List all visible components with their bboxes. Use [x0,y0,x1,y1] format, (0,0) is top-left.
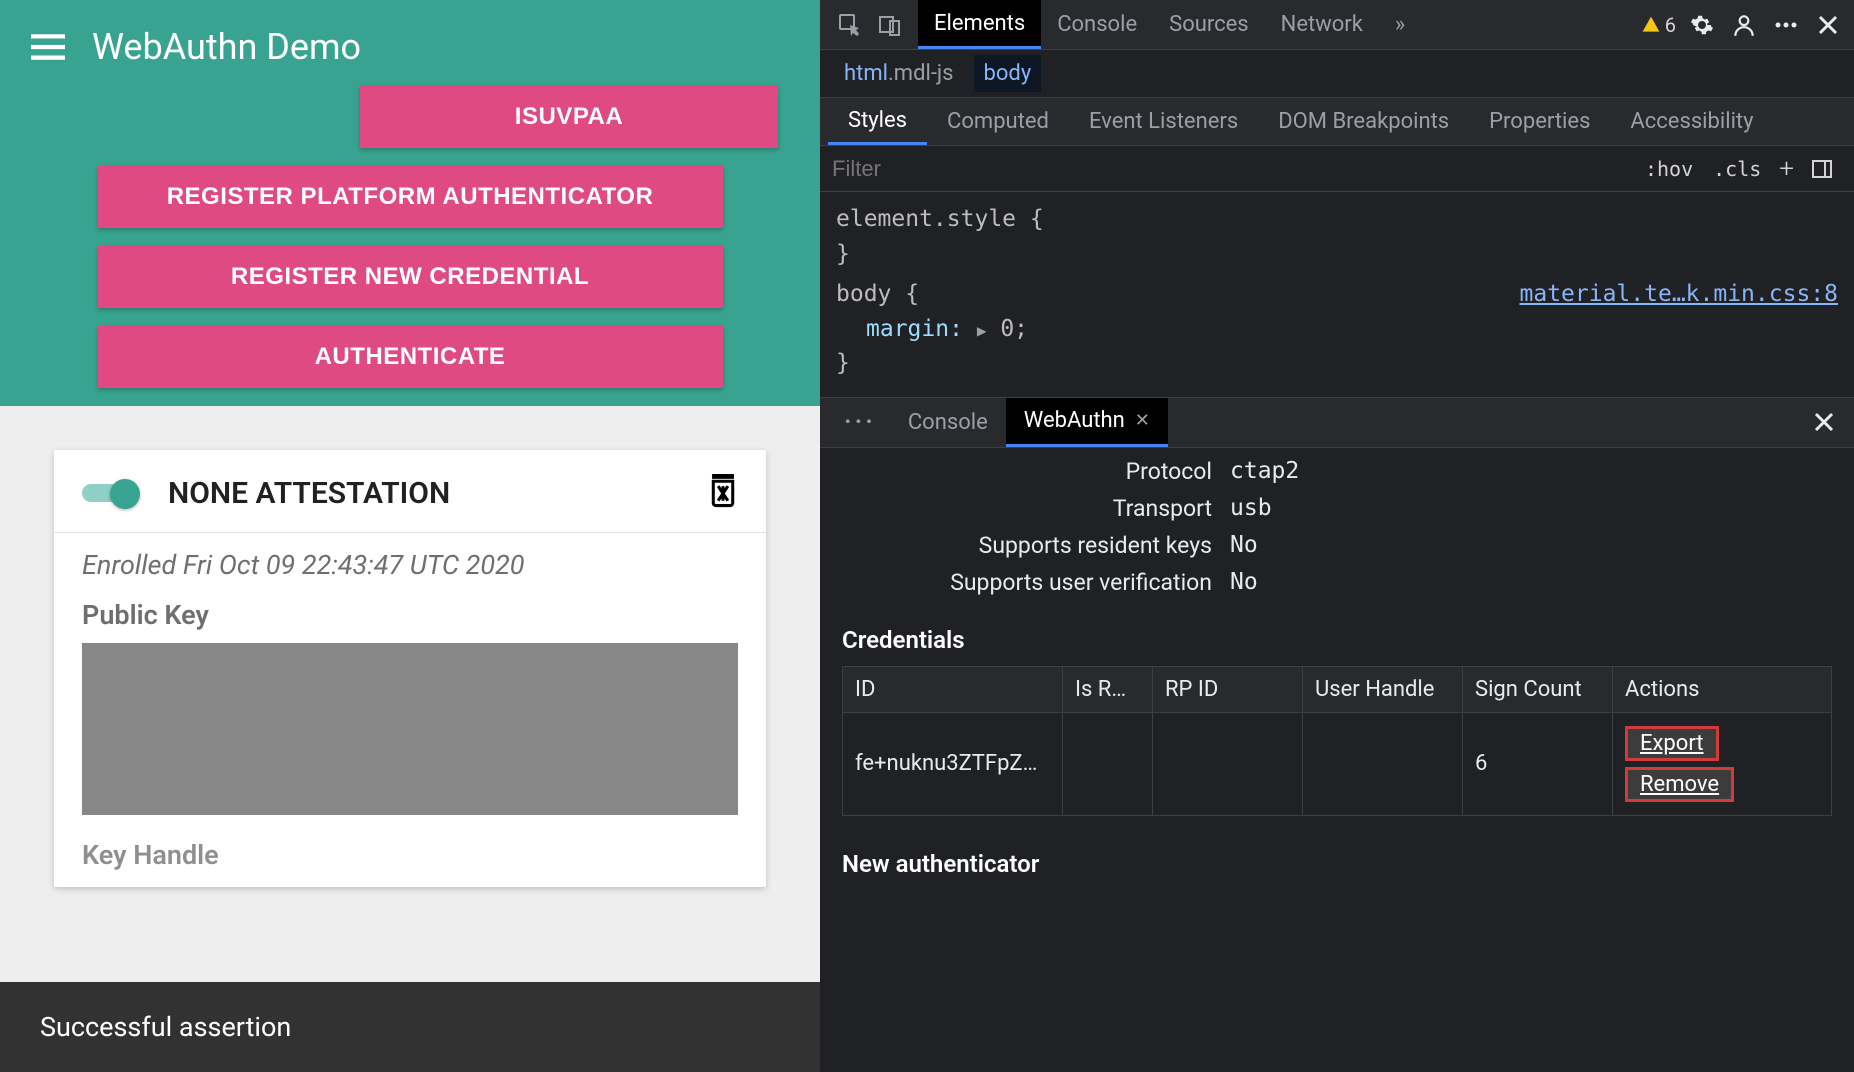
attestation-toggle[interactable] [82,479,146,507]
credentials-heading: Credentials [842,626,1832,654]
drawer-tab-console[interactable]: Console [890,398,1006,447]
public-key-label: Public Key [82,599,738,631]
tab-accessibility[interactable]: Accessibility [1610,98,1773,145]
close-devtools-icon[interactable] [1812,9,1844,41]
col-is-resident[interactable]: Is R… [1063,666,1153,712]
register-new-credential-button[interactable]: REGISTER NEW CREDENTIAL [98,246,723,308]
devtools-toolbar-right: 6 [1641,9,1844,41]
devtools-main-tabs: Elements Console Sources Network » [918,0,1421,49]
warnings-badge[interactable]: 6 [1641,13,1676,37]
app-title: WebAuthn Demo [92,26,361,68]
credential-card: NONE ATTESTATION Enrolled Fri Oct 09 22:… [54,450,766,887]
breadcrumb-body[interactable]: body [974,55,1042,92]
remove-button[interactable]: Remove [1625,767,1734,802]
register-platform-button[interactable]: REGISTER PLATFORM AUTHENTICATOR [98,166,723,228]
export-button[interactable]: Export [1625,726,1719,761]
device-toolbar-icon[interactable] [870,5,910,45]
authenticate-button[interactable]: AUTHENTICATE [98,326,723,388]
app-header: WebAuthn Demo ISUVPAA REGISTER PLATFORM … [0,0,820,406]
key-handle-label: Key Handle [82,839,738,871]
warning-count: 6 [1665,13,1676,37]
cell-is-resident [1063,712,1153,815]
col-sign-count[interactable]: Sign Count [1463,666,1613,712]
tab-console[interactable]: Console [1041,0,1153,49]
close-tab-icon[interactable]: ✕ [1135,410,1150,431]
public-key-value [82,643,738,815]
cls-toggle[interactable]: .cls [1703,153,1771,185]
body-style-rule[interactable]: material.te…k.min.css:8 body { margin: ▶… [836,277,1838,381]
table-row: fe+nuknu3ZTFpZ… 6 Export Remove [843,712,1832,815]
prop-resident-keys: Supports resident keys No [842,532,1832,559]
cell-rp-id [1153,712,1303,815]
hamburger-menu-icon[interactable] [28,27,68,67]
drawer-tab-bar: ··· Console WebAuthn ✕ [820,398,1854,448]
styles-filter-row: :hov .cls + [820,146,1854,192]
gear-icon[interactable] [1686,9,1718,41]
tab-event-listeners[interactable]: Event Listeners [1069,98,1258,145]
table-header-row: ID Is R… RP ID User Handle Sign Count Ac… [843,666,1832,712]
toast-text: Successful assertion [40,1011,291,1043]
styles-content: element.style { } material.te…k.min.css:… [820,192,1854,398]
stylesheet-link[interactable]: material.te…k.min.css:8 [1520,277,1839,312]
close-drawer-icon[interactable] [1804,398,1844,447]
col-id[interactable]: ID [843,666,1063,712]
new-authenticator-heading: New authenticator [842,850,1832,878]
card-title: NONE ATTESTATION [168,476,708,511]
element-style-rule[interactable]: element.style { } [836,202,1838,271]
css-property-margin[interactable]: margin: [866,316,963,342]
kebab-menu-icon[interactable] [1770,9,1802,41]
tab-network[interactable]: Network [1265,0,1379,49]
breadcrumb-html[interactable]: html.mdl-js [834,55,964,92]
inspect-element-icon[interactable] [830,5,870,45]
prop-protocol: Protocol ctap2 [842,458,1832,485]
app-header-row: WebAuthn Demo [0,0,820,86]
button-column: ISUVPAA REGISTER PLATFORM AUTHENTICATOR … [0,86,820,388]
tab-computed[interactable]: Computed [927,98,1069,145]
devtools-toolbar: Elements Console Sources Network » 6 [820,0,1854,50]
dom-breadcrumb: html.mdl-js body [820,50,1854,98]
webauthn-panel: Protocol ctap2 Transport usb Supports re… [820,448,1854,1072]
drawer-more-icon[interactable]: ··· [830,398,890,447]
card-header: NONE ATTESTATION [54,450,766,533]
tab-properties[interactable]: Properties [1469,98,1610,145]
prop-user-verification: Supports user verification No [842,569,1832,596]
col-rp-id[interactable]: RP ID [1153,666,1303,712]
css-value-margin[interactable]: 0; [1000,316,1028,342]
styles-sidebar-tabs: Styles Computed Event Listeners DOM Brea… [820,98,1854,146]
cell-actions: Export Remove [1613,712,1832,815]
expand-triangle-icon[interactable]: ▶ [977,321,987,340]
devtools-pane: Elements Console Sources Network » 6 [820,0,1854,1072]
new-style-rule-button[interactable]: + [1771,154,1802,184]
prop-transport: Transport usb [842,495,1832,522]
cell-id: fe+nuknu3ZTFpZ… [843,712,1063,815]
enrolled-timestamp: Enrolled Fri Oct 09 22:43:47 UTC 2020 [82,549,738,581]
tab-dom-breakpoints[interactable]: DOM Breakpoints [1258,98,1469,145]
card-body: Enrolled Fri Oct 09 22:43:47 UTC 2020 Pu… [54,533,766,887]
app-pane: WebAuthn Demo ISUVPAA REGISTER PLATFORM … [0,0,820,1072]
styles-filter-input[interactable] [832,156,1635,182]
credentials-table: ID Is R… RP ID User Handle Sign Count Ac… [842,666,1832,816]
tab-styles[interactable]: Styles [828,98,927,145]
tab-sources[interactable]: Sources [1153,0,1265,49]
toast-message: Successful assertion [0,982,820,1072]
drawer-tab-webauthn[interactable]: WebAuthn ✕ [1006,398,1168,447]
isuvpaa-button[interactable]: ISUVPAA [360,86,778,148]
col-actions[interactable]: Actions [1613,666,1832,712]
cell-sign-count: 6 [1463,712,1613,815]
cell-user-handle [1303,712,1463,815]
tab-more[interactable]: » [1379,0,1421,49]
account-icon[interactable] [1728,9,1760,41]
trash-icon[interactable] [708,474,738,512]
tab-elements[interactable]: Elements [918,0,1041,49]
col-user-handle[interactable]: User Handle [1303,666,1463,712]
hov-toggle[interactable]: :hov [1635,153,1703,185]
toggle-sidebar-icon[interactable] [1802,149,1842,189]
